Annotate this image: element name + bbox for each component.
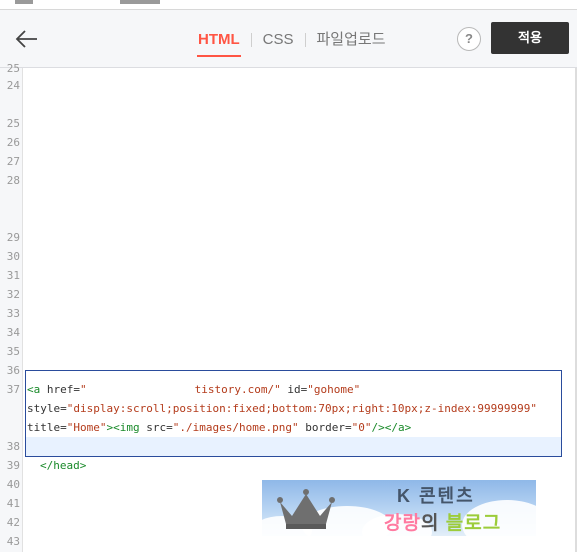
line-number: 34 [6, 326, 20, 339]
editor-tabs: HTML CSS 파일업로드 [197, 28, 387, 57]
code-attr-token: src= [146, 421, 173, 434]
arrow-left-icon [15, 30, 37, 48]
line-number: 36 [6, 364, 20, 377]
line-number: 41 [6, 497, 20, 510]
line-number: 43 [6, 535, 20, 548]
line-number: 26 [6, 136, 20, 149]
code-string-token: " [80, 383, 87, 396]
code-line[interactable]: title="Home"><img src="./images/home.png… [27, 421, 411, 435]
code-tag-token: <a [27, 383, 47, 396]
browser-top-strip [0, 0, 577, 10]
clipped-text-fragment [15, 0, 33, 4]
tab-divider [250, 33, 252, 47]
active-line-highlight [26, 437, 561, 456]
tab-divider [304, 33, 306, 47]
tab-css[interactable]: CSS [262, 29, 295, 51]
code-string-token: "display:scroll;position:fixed;bottom:70… [66, 402, 537, 415]
editor-header: HTML CSS 파일업로드 ? 적용 [0, 10, 577, 68]
line-number: 38 [6, 440, 20, 453]
line-number: 33 [6, 307, 20, 320]
code-line[interactable]: style="display:scroll;position:fixed;bot… [27, 402, 537, 416]
line-number: 31 [6, 269, 20, 282]
code-line[interactable]: </head> [40, 459, 86, 473]
code-attr-token: title= [27, 421, 67, 434]
line-number: 30 [6, 250, 20, 263]
banner-subtitle-part: 강랑 [384, 513, 421, 534]
line-number: 39 [6, 459, 20, 472]
code-string-token: "Home" [66, 421, 107, 434]
tab-html[interactable]: HTML [197, 29, 241, 57]
line-number: 25 [6, 62, 20, 75]
code-tag-token: ><img [106, 421, 147, 434]
line-number: 24 [6, 79, 20, 92]
code-attr-token: style= [27, 402, 67, 415]
clipped-text-fragment [120, 0, 160, 4]
code-line[interactable]: <a href=" tistory.com/" id="gohome" [27, 383, 360, 397]
code-tag-token: </head> [40, 459, 87, 472]
line-number-gutter: 25 24 25 26 27 28 29 30 31 32 33 34 35 3… [0, 62, 23, 552]
back-button[interactable] [12, 24, 42, 54]
help-button[interactable]: ? [457, 27, 481, 51]
code-string-token: "./images/home.png" [172, 421, 299, 434]
line-number: 29 [6, 231, 20, 244]
line-number: 35 [6, 345, 20, 358]
blog-banner-image: K 콘텐츠 강랑의 블로그 [262, 480, 536, 536]
line-number: 25 [6, 117, 20, 130]
code-tag-token: /></a> [371, 421, 412, 434]
code-string-token: "gohome" [307, 383, 361, 396]
banner-title: K 콘텐츠 [397, 486, 475, 506]
line-number: 40 [6, 478, 20, 491]
apply-button[interactable]: 적용 [491, 22, 569, 54]
tab-file-upload[interactable]: 파일업로드 [316, 29, 387, 51]
banner-subtitle: 강랑의 블로그 [384, 508, 501, 535]
banner-subtitle-part: 블로그 [445, 513, 502, 534]
code-string-token: "0" [351, 421, 372, 434]
line-number: 42 [6, 516, 20, 529]
code-attr-token: border= [298, 421, 352, 434]
line-number: 37 [6, 383, 20, 396]
code-attr-token: href= [46, 383, 80, 396]
banner-subtitle-part: 의 [420, 513, 440, 534]
code-string-token: tistory.com/" [194, 383, 281, 396]
line-number: 28 [6, 174, 20, 187]
line-number: 27 [6, 155, 20, 168]
crown-icon [277, 489, 335, 529]
line-number: 32 [6, 288, 20, 301]
code-attr-token: id= [280, 383, 308, 396]
